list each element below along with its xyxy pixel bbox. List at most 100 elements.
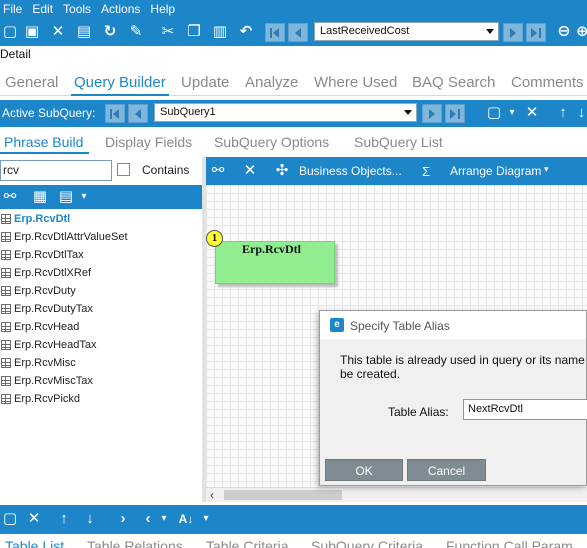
app-icon: e [330, 318, 344, 332]
table-list-item[interactable]: Erp.RcvDuty [0, 282, 202, 300]
chevron-down-icon[interactable]: ▾ [154, 509, 174, 529]
tab-comments[interactable]: Comments [511, 74, 584, 91]
table-list-item[interactable]: Erp.RcvDutyTax [0, 300, 202, 318]
back-icon[interactable]: ⊖ [554, 22, 574, 42]
first-arrow-icon [273, 28, 279, 38]
grid-icon[interactable]: ▦ [30, 187, 50, 207]
tab-update[interactable]: Update [181, 74, 229, 91]
delete-icon[interactable]: ✕ [48, 22, 68, 42]
subquery-first-button[interactable] [105, 104, 125, 123]
menu-edit[interactable]: Edit [29, 2, 53, 16]
table-list-item[interactable]: Erp.RcvDtlXRef [0, 264, 202, 282]
tab-phrase-build[interactable]: Phrase Build [0, 134, 90, 154]
cancel-button[interactable]: Cancel [407, 459, 486, 481]
move-up-icon[interactable]: ↑ [54, 509, 74, 529]
business-objects-icon[interactable]: ✣ [272, 161, 292, 181]
business-objects-button[interactable]: Business Objects... [299, 164, 402, 178]
first-record-button[interactable] [265, 23, 285, 42]
specify-table-alias-dialog: e Specify Table Alias This table is alre… [319, 310, 587, 486]
delete-icon[interactable]: ✕ [240, 161, 260, 181]
table-icon [1, 232, 11, 242]
table-list-item[interactable]: Erp.RcvDtlAttrValueSet [0, 228, 202, 246]
dialog-title: Specify Table Alias [350, 319, 450, 333]
tab-function-call-param[interactable]: Function Call Param [446, 538, 573, 548]
tab-analyze[interactable]: Analyze [245, 74, 298, 91]
tab-subquery-criteria[interactable]: SubQuery Criteria [311, 538, 423, 548]
tab-subquery-options[interactable]: SubQuery Options [214, 134, 329, 150]
contains-checkbox[interactable] [117, 163, 130, 176]
tab-where-used[interactable]: Where Used [314, 74, 397, 91]
tab-query-builder[interactable]: Query Builder [71, 74, 169, 96]
paste-icon[interactable]: ▥ [210, 22, 230, 42]
new-subquery-icon[interactable]: ▢ [484, 103, 504, 123]
cut-icon[interactable]: ✂ [158, 22, 178, 42]
table-list-item[interactable]: Erp.RcvHead [0, 318, 202, 336]
chevron-down-icon[interactable]: ▾ [74, 187, 94, 207]
sort-az-icon[interactable]: A↓ [176, 509, 196, 529]
chevron-down-icon[interactable]: ▾ [544, 164, 549, 175]
tab-baq-search[interactable]: BAQ Search [412, 74, 495, 91]
move-down-icon[interactable]: ↓ [576, 103, 587, 123]
subquery-last-button[interactable] [445, 104, 465, 123]
sigma-button[interactable]: Σ [422, 164, 430, 179]
chevron-down-icon[interactable]: ▾ [196, 509, 216, 529]
ok-button[interactable]: OK [325, 459, 403, 481]
move-right-icon[interactable]: › [113, 509, 133, 529]
refresh-icon[interactable]: ↻ [100, 22, 120, 42]
table-list-item[interactable]: Erp.RcvPickd [0, 390, 202, 408]
new-icon[interactable]: ▢ [0, 22, 20, 42]
menu-help[interactable]: Help [147, 2, 175, 16]
table-list-item[interactable]: Erp.RcvMisc [0, 354, 202, 372]
move-up-icon[interactable]: ↑ [553, 103, 573, 123]
tab-general[interactable]: General [5, 74, 58, 91]
undo-icon[interactable]: ↶ [236, 22, 256, 42]
table-options-icon[interactable]: ▤ [56, 187, 76, 207]
clear-icon[interactable]: ▤ [74, 22, 94, 42]
tab-table-criteria[interactable]: Table Criteria [206, 538, 288, 548]
scroll-left-icon[interactable]: ‹ [210, 488, 214, 502]
menu-bar: File Edit Tools Actions Help [0, 0, 587, 18]
table-list-item[interactable]: Erp.RcvHeadTax [0, 336, 202, 354]
table-alias-label: Table Alias: [388, 405, 449, 419]
bottom-toolbar: ▢ ✕ ↑ ↓ › ‹ ▾ A↓ ▾ [0, 505, 587, 534]
table-list-item-label: Erp.RcvMisc [14, 357, 76, 369]
menu-actions[interactable]: Actions [98, 2, 140, 16]
canvas-horizontal-scrollbar[interactable]: ‹ [206, 487, 587, 502]
table-node[interactable]: Erp.RcvDtl [215, 241, 335, 284]
copy-icon[interactable]: ❐ [184, 22, 204, 42]
tab-table-list[interactable]: Table List [5, 538, 64, 548]
table-search-input[interactable]: rcv [0, 160, 112, 181]
subquery-combo[interactable]: SubQuery1 [154, 103, 417, 122]
tab-subquery-list[interactable]: SubQuery List [354, 134, 443, 150]
table-alias-input[interactable]: NextRcvDtl [463, 399, 587, 420]
table-list-item[interactable]: Erp.RcvMiscTax [0, 372, 202, 390]
tab-table-relations[interactable]: Table Relations [87, 538, 183, 548]
table-list-item[interactable]: Erp.RcvDtlTax [0, 246, 202, 264]
link-icon[interactable]: ⚯ [208, 161, 228, 181]
scroll-thumb[interactable] [224, 490, 342, 500]
table-icon [1, 340, 11, 350]
move-down-icon[interactable]: ↓ [80, 509, 100, 529]
subquery-prev-button[interactable] [128, 104, 148, 123]
tab-display-fields[interactable]: Display Fields [105, 134, 192, 150]
prev-record-button[interactable] [288, 23, 308, 42]
next-record-button[interactable] [503, 23, 523, 42]
delete-icon[interactable]: ✕ [24, 509, 44, 529]
menu-tools[interactable]: Tools [60, 2, 91, 16]
subquery-next-button[interactable] [422, 104, 442, 123]
chevron-down-icon[interactable]: ▾ [502, 103, 522, 123]
dialog-titlebar[interactable]: e Specify Table Alias [320, 311, 586, 339]
save-icon[interactable]: ▣ [22, 22, 42, 42]
table-list-item-label: Erp.RcvHead [14, 321, 80, 333]
new-icon[interactable]: ▢ [0, 509, 20, 529]
record-combo[interactable]: LastReceivedCost [314, 22, 499, 41]
last-record-button[interactable] [526, 23, 546, 42]
forward-icon[interactable]: ⊕ [576, 22, 587, 42]
table-icon [1, 268, 11, 278]
menu-file[interactable]: File [0, 2, 22, 16]
delete-subquery-icon[interactable]: ✕ [522, 103, 542, 123]
brush-icon[interactable]: ✎ [126, 22, 146, 42]
arrange-diagram-button[interactable]: Arrange Diagram [450, 164, 541, 178]
table-list-item[interactable]: Erp.RcvDtl [0, 210, 202, 228]
link-icon[interactable]: ⚯ [0, 187, 20, 207]
